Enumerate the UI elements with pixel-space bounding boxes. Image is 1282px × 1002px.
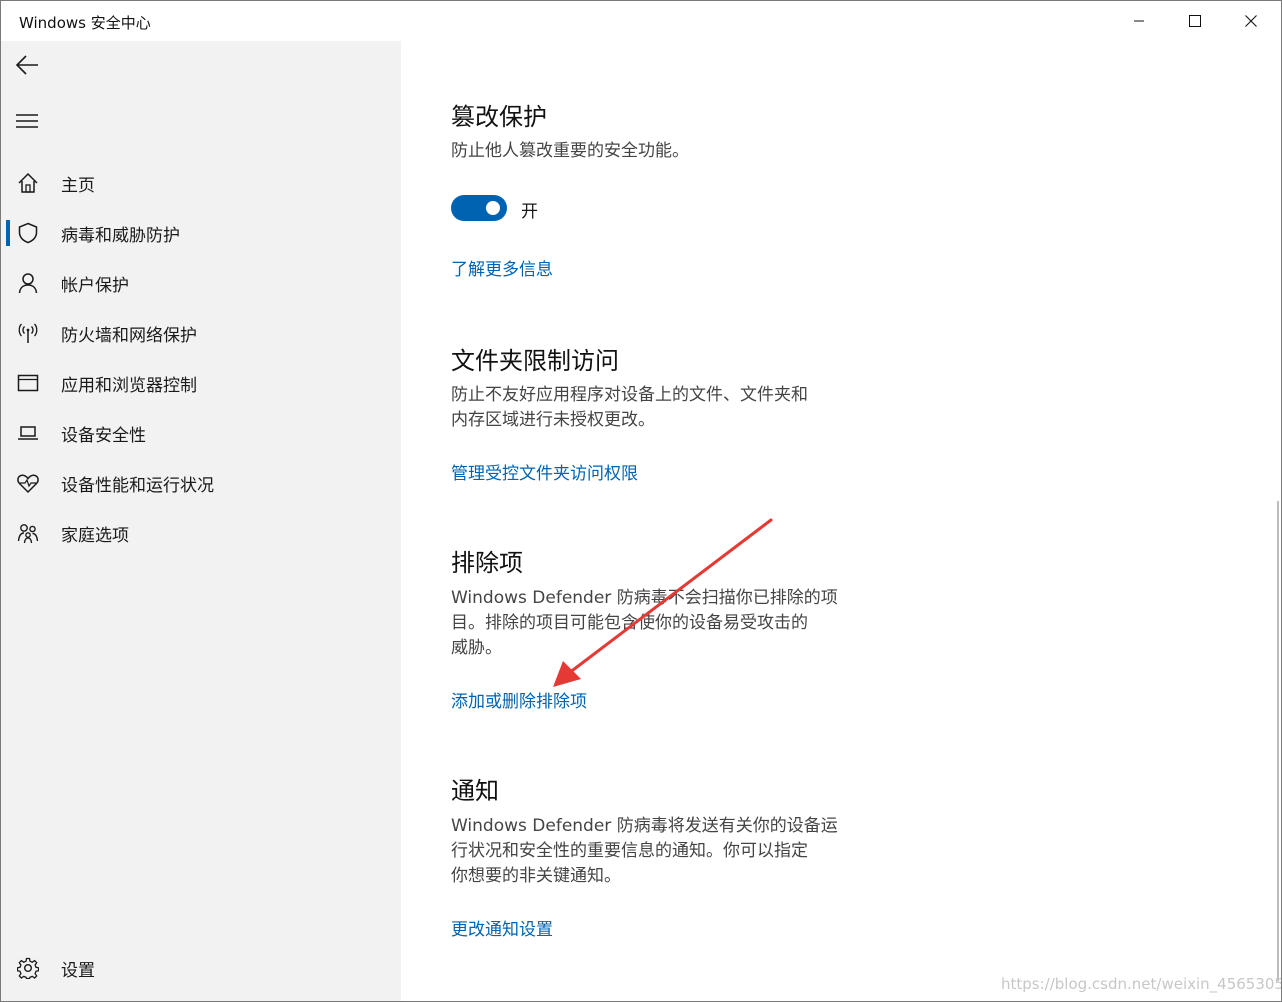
- close-button[interactable]: [1223, 1, 1279, 41]
- folder-access-title: 文件夹限制访问: [451, 347, 619, 375]
- sidebar-item-home[interactable]: 主页: [1, 161, 401, 205]
- toggle-knob: [486, 201, 500, 215]
- exclusions-desc-line1: Windows Defender 防病毒不会扫描你已排除的项: [451, 588, 838, 608]
- tamper-protection-desc: 防止他人篡改重要的安全功能。: [451, 141, 689, 161]
- watermark-text: https://blog.csdn.net/weixin_45653050: [1001, 975, 1282, 993]
- sidebar-item-device-security[interactable]: 设备安全性: [1, 411, 401, 455]
- sidebar: 主页 病毒和威胁防护 帐户保护 防火墙和网络保护 应用和浏览器控制 设备安全性 …: [1, 41, 401, 1001]
- sidebar-item-settings[interactable]: 设置: [1, 946, 401, 990]
- folder-access-desc-line2: 内存区域进行未授权更改。: [451, 410, 655, 430]
- add-remove-exclusions-link[interactable]: 添加或删除排除项: [451, 687, 587, 712]
- home-icon: [16, 171, 40, 195]
- sidebar-item-device-health[interactable]: 设备性能和运行状况: [1, 461, 401, 505]
- close-icon: [1245, 15, 1257, 27]
- settings-label: 设置: [61, 961, 95, 981]
- sidebar-item-firewall[interactable]: 防火墙和网络保护: [1, 311, 401, 355]
- gear-icon: [16, 956, 40, 980]
- sidebar-item-family-options[interactable]: 家庭选项: [1, 511, 401, 555]
- notifications-desc-line3: 你想要的非关键通知。: [451, 866, 621, 886]
- tamper-protection-title: 篡改保护: [451, 103, 547, 131]
- sidebar-item-label: 病毒和威胁防护: [61, 226, 180, 246]
- sidebar-item-label: 主页: [61, 176, 95, 196]
- sidebar-item-account-protection[interactable]: 帐户保护: [1, 261, 401, 305]
- heart-pulse-icon: [16, 471, 40, 495]
- sidebar-item-label: 家庭选项: [61, 526, 129, 546]
- scrollbar[interactable]: [1277, 501, 1279, 981]
- maximize-icon: [1189, 15, 1201, 27]
- person-icon: [16, 271, 40, 295]
- back-arrow-icon: [15, 55, 38, 75]
- minimize-button[interactable]: [1111, 1, 1167, 41]
- sidebar-item-app-browser-control[interactable]: 应用和浏览器控制: [1, 361, 401, 405]
- main-content: 篡改保护 防止他人篡改重要的安全功能。 开 了解更多信息 文件夹限制访问 防止不…: [401, 41, 1281, 1001]
- sidebar-item-label: 设备安全性: [61, 426, 146, 446]
- window-title: Windows 安全中心: [19, 14, 151, 32]
- learn-more-link[interactable]: 了解更多信息: [451, 255, 553, 280]
- hamburger-icon: [16, 114, 38, 128]
- sidebar-item-label: 应用和浏览器控制: [61, 376, 197, 396]
- folder-access-desc-line1: 防止不友好应用程序对设备上的文件、文件夹和: [451, 385, 808, 405]
- shield-icon: [16, 221, 40, 245]
- manage-folder-access-link[interactable]: 管理受控文件夹访问权限: [451, 459, 638, 484]
- tamper-protection-toggle[interactable]: [451, 195, 507, 221]
- back-button[interactable]: [9, 47, 45, 83]
- exclusions-desc-line3: 威胁。: [451, 638, 502, 658]
- sidebar-item-virus-protection[interactable]: 病毒和威胁防护: [1, 211, 401, 255]
- active-indicator: [6, 220, 10, 246]
- antenna-icon: [16, 321, 40, 345]
- change-notification-settings-link[interactable]: 更改通知设置: [451, 915, 553, 940]
- minimize-icon: [1134, 20, 1144, 22]
- hamburger-menu-button[interactable]: [9, 103, 45, 139]
- tamper-toggle-label: 开: [521, 202, 538, 222]
- app-window: Windows 安全中心 主页 病毒和威胁防护 帐户保护 防火墙和网络保护 应用…: [0, 0, 1282, 1002]
- notifications-desc-line2: 行状况和安全性的重要信息的通知。你可以指定: [451, 841, 808, 861]
- app-window-icon: [16, 371, 40, 395]
- title-bar: Windows 安全中心: [1, 1, 1281, 41]
- maximize-button[interactable]: [1167, 1, 1223, 41]
- exclusions-desc-line2: 目。排除的项目可能包含使你的设备易受攻击的: [451, 613, 808, 633]
- exclusions-title: 排除项: [451, 549, 523, 577]
- notifications-desc-line1: Windows Defender 防病毒将发送有关你的设备运: [451, 816, 838, 836]
- notifications-title: 通知: [451, 777, 499, 805]
- sidebar-item-label: 防火墙和网络保护: [61, 326, 197, 346]
- family-icon: [16, 521, 40, 545]
- laptop-icon: [16, 421, 40, 445]
- sidebar-item-label: 帐户保护: [61, 276, 129, 296]
- sidebar-item-label: 设备性能和运行状况: [61, 476, 214, 496]
